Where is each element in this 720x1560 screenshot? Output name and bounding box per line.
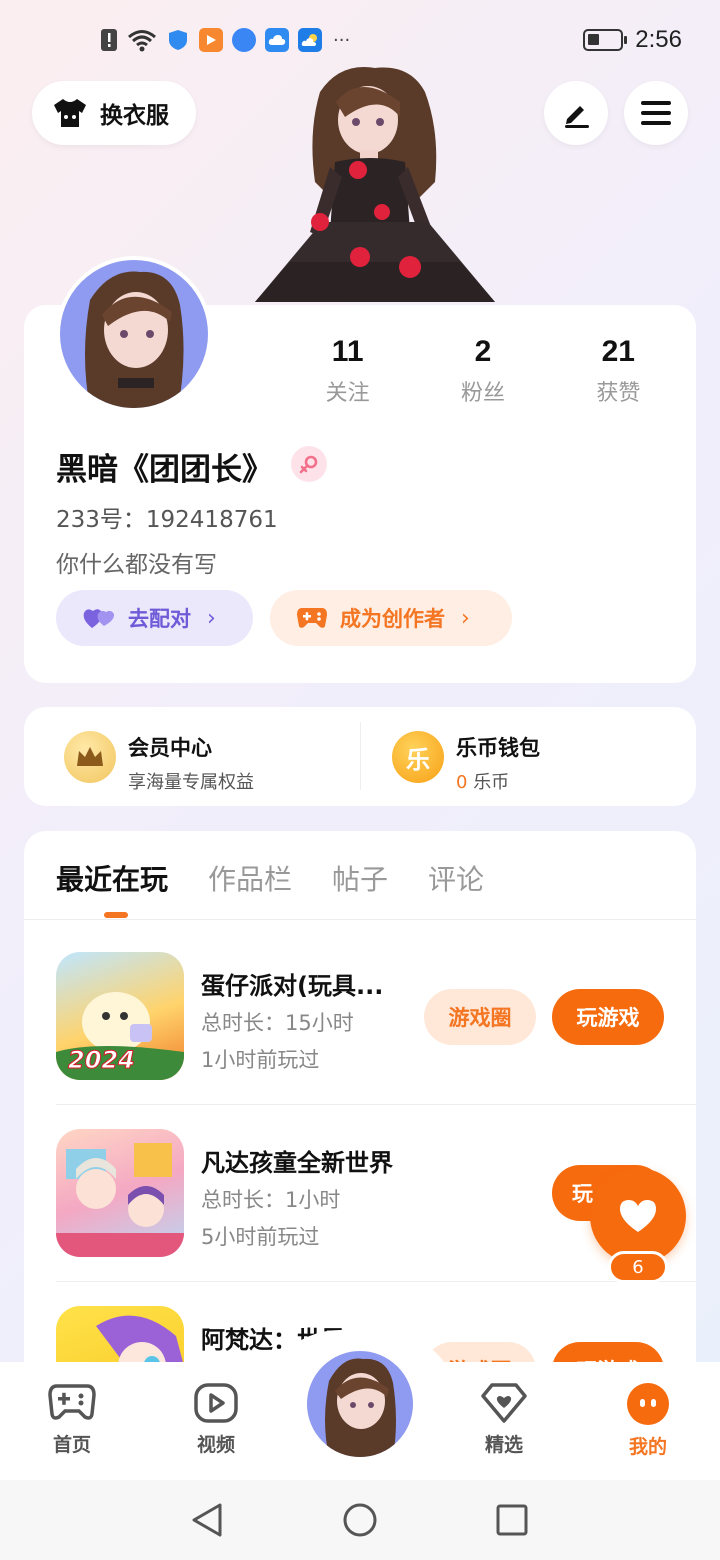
stat-likes[interactable]: 21 获赞 — [551, 335, 686, 407]
likes-label: 获赞 — [596, 381, 641, 406]
game-icon[interactable]: 2024 — [56, 952, 184, 1080]
coin-wallet-title: 乐币钱包 — [456, 736, 540, 760]
tab-posts[interactable]: 帖子 — [332, 858, 388, 898]
crown-icon — [64, 731, 116, 783]
coin-wallet-entry[interactable]: 乐币钱包 0 乐币 — [456, 732, 540, 794]
profile-tabs: 最近在玩 作品栏 帖子 评论 — [56, 858, 484, 898]
edit-profile-button[interactable] — [544, 81, 608, 145]
become-creator-button[interactable]: 成为创作者 › — [270, 590, 512, 646]
status-icons: ··· — [100, 28, 350, 52]
game-title: 蛋仔派对(玩具... — [201, 972, 384, 1000]
coin-icon: 乐 — [392, 731, 444, 783]
game-icon[interactable] — [56, 1129, 184, 1257]
heart-diamond-icon — [481, 1383, 527, 1423]
nav-item-mine[interactable]: 我的 — [598, 1382, 698, 1459]
match-button[interactable]: 去配对 › — [56, 590, 253, 646]
nickname: 黑暗《团团长》 — [56, 452, 273, 488]
divider — [56, 1281, 696, 1282]
hamburger-menu-icon — [641, 101, 671, 125]
likes-count: 21 — [601, 335, 635, 368]
hearts-icon — [83, 609, 115, 628]
avatar[interactable] — [56, 256, 212, 412]
tshirt-icon — [54, 99, 86, 127]
divider — [24, 919, 696, 920]
nav-item-featured[interactable]: 精选 — [454, 1382, 554, 1457]
like-button[interactable] — [590, 1168, 686, 1264]
nav-label-featured: 精选 — [484, 1434, 523, 1456]
battery-icon — [583, 29, 628, 51]
nav-item-video[interactable]: 视频 — [166, 1382, 266, 1457]
clock: 2:56 — [635, 26, 682, 53]
avatar-character-illustration[interactable] — [250, 62, 500, 307]
coin-unit: 乐币 — [473, 772, 510, 793]
recents-icon[interactable] — [496, 1504, 528, 1536]
profile-stats: 11 关注 2 粉丝 21 获赞 — [280, 335, 686, 407]
gamepad-icon — [297, 608, 327, 628]
gamepad-icon — [48, 1384, 96, 1420]
game-badge-text: 2024 — [68, 1046, 136, 1075]
game-duration: 总时长：1小时 — [201, 1188, 341, 1212]
menu-button[interactable] — [624, 81, 688, 145]
tab-indicator — [104, 912, 128, 918]
vip-center-entry[interactable]: 会员中心 享海量专属权益 — [128, 732, 254, 794]
game-title: 凡达孩童全新世界 — [201, 1149, 393, 1177]
nav-label-video: 视频 — [196, 1434, 235, 1456]
nav-avatar-center[interactable] — [304, 1348, 416, 1460]
alert-icon — [101, 29, 117, 51]
cloud-icon — [265, 28, 289, 52]
change-outfit-button[interactable]: 换衣服 — [32, 81, 196, 145]
pen-icon — [565, 106, 589, 128]
divider — [56, 1104, 696, 1105]
match-label: 去配对 — [128, 607, 191, 631]
vip-subtitle: 享海量专属权益 — [128, 772, 254, 793]
vip-title: 会员中心 — [128, 736, 212, 760]
chevron-right-icon: › — [207, 605, 216, 631]
chevron-right-icon: › — [461, 605, 470, 631]
nav-label-mine: 我的 — [628, 1436, 667, 1458]
video-icon — [194, 1383, 238, 1423]
more-status-icons: ··· — [333, 29, 351, 51]
back-icon[interactable] — [190, 1502, 224, 1538]
tab-recently-played[interactable]: 最近在玩 — [56, 858, 168, 898]
app-browser-icon — [232, 28, 256, 52]
following-count: 11 — [331, 335, 364, 368]
play-game-button[interactable]: 玩游戏 — [552, 989, 664, 1045]
stat-followers[interactable]: 2 粉丝 — [415, 335, 550, 407]
stat-following[interactable]: 11 关注 — [280, 335, 415, 407]
nav-item-home[interactable]: 首页 — [22, 1382, 122, 1457]
female-gender-icon — [291, 446, 327, 482]
game-last-played: 1小时前玩过 — [201, 1048, 320, 1072]
game-circle-button[interactable]: 游戏圈 — [424, 989, 536, 1045]
user-id: 233号：192418761 — [56, 507, 278, 533]
weather-icon — [298, 28, 322, 52]
system-navigation-bar — [0, 1480, 720, 1560]
game-duration: 总时长：15小时 — [201, 1011, 354, 1035]
coin-amount: 0 — [456, 772, 468, 793]
game-last-played: 5小时前玩过 — [201, 1225, 320, 1249]
wifi-icon — [128, 30, 156, 52]
shield-icon — [169, 30, 187, 50]
creator-label: 成为创作者 — [340, 607, 445, 631]
following-label: 关注 — [325, 381, 370, 406]
tab-comments[interactable]: 评论 — [428, 858, 484, 898]
home-icon[interactable] — [342, 1502, 378, 1538]
followers-label: 粉丝 — [460, 381, 505, 406]
tab-works[interactable]: 作品栏 — [208, 858, 292, 898]
bio[interactable]: 你什么都没有写 — [56, 545, 217, 579]
followers-count: 2 — [474, 335, 492, 368]
change-outfit-label: 换衣服 — [100, 103, 169, 129]
app-play-icon — [199, 28, 223, 52]
divider — [360, 722, 361, 790]
heart-icon — [620, 1200, 656, 1232]
profile-face-icon — [627, 1383, 669, 1425]
nav-label-home: 首页 — [52, 1434, 91, 1456]
like-count-badge: 6 — [608, 1251, 668, 1283]
